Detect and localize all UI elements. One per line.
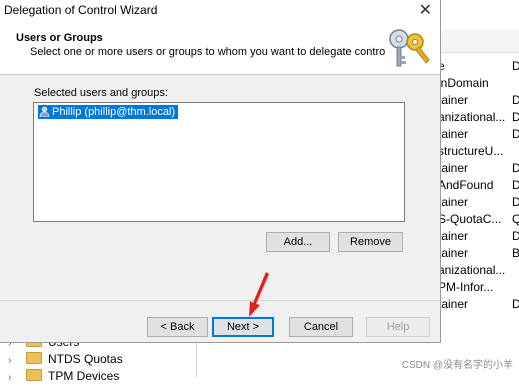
page-subtitle: Select one or more users or groups to wh…: [30, 46, 391, 58]
wizard-header: Users or Groups Select one or more users…: [0, 20, 440, 75]
list-item[interactable]: S-QuotaC... Q: [436, 211, 519, 228]
dialog-title: Delegation of Control Wizard: [4, 3, 158, 17]
list-item[interactable]: eD: [436, 58, 519, 75]
list-item[interactable]: tainer D: [436, 126, 519, 143]
selected-users-listbox[interactable]: Phillip (phillip@thm.local): [33, 102, 405, 222]
list-item[interactable]: Phillip (phillip@thm.local): [38, 105, 179, 119]
add-button[interactable]: Add...: [266, 232, 330, 252]
user-icon: [39, 106, 50, 117]
list-item[interactable]: inDomain: [436, 75, 519, 92]
list-item[interactable]: tainer D: [436, 92, 519, 109]
list-item-label: Phillip (phillip@thm.local): [52, 106, 176, 118]
console-tree: ›Users ›NTDS Quotas ›TPM Devices: [0, 335, 196, 383]
selected-users-label: Selected users and groups:: [34, 87, 168, 99]
watermark: CSDN @没有名字的小羊: [401, 360, 513, 371]
list-item[interactable]: tainer D: [436, 296, 519, 313]
folder-icon: [26, 352, 42, 364]
folder-icon: [26, 369, 42, 381]
chevron-right-icon[interactable]: ›: [8, 352, 20, 369]
back-button[interactable]: < Back: [147, 317, 208, 337]
pane-divider[interactable]: [196, 337, 197, 377]
console-toolbar-strip: [436, 30, 519, 53]
list-item[interactable]: anizational... D: [436, 109, 519, 126]
page-title: Users or Groups: [16, 32, 103, 44]
chevron-right-icon[interactable]: ›: [8, 369, 20, 386]
delegation-wizard-dialog: Delegation of Control Wizard ✕ Users or …: [0, 0, 441, 343]
red-arrow-annotation: [249, 272, 269, 317]
list-item[interactable]: tainer D: [436, 160, 519, 177]
list-item[interactable]: tainer D: [436, 228, 519, 245]
list-item[interactable]: tainer D: [436, 194, 519, 211]
title-bar[interactable]: Delegation of Control Wizard ✕: [0, 0, 440, 20]
list-item[interactable]: AndFound D: [436, 177, 519, 194]
footer-separator: [0, 300, 440, 301]
list-item[interactable]: structureU...: [436, 143, 519, 160]
list-item[interactable]: tainer B: [436, 245, 519, 262]
list-item[interactable]: PM-Infor...: [436, 279, 519, 296]
list-item[interactable]: anizational...: [436, 262, 519, 279]
next-button[interactable]: Next >: [212, 317, 274, 337]
help-button[interactable]: Help: [366, 317, 430, 337]
remove-button[interactable]: Remove: [338, 232, 403, 252]
keys-icon: [385, 28, 430, 68]
cancel-button[interactable]: Cancel: [289, 317, 353, 337]
close-icon[interactable]: ✕: [419, 0, 432, 20]
tree-item-ntds-quotas[interactable]: › NTDS Quotas: [8, 351, 123, 368]
